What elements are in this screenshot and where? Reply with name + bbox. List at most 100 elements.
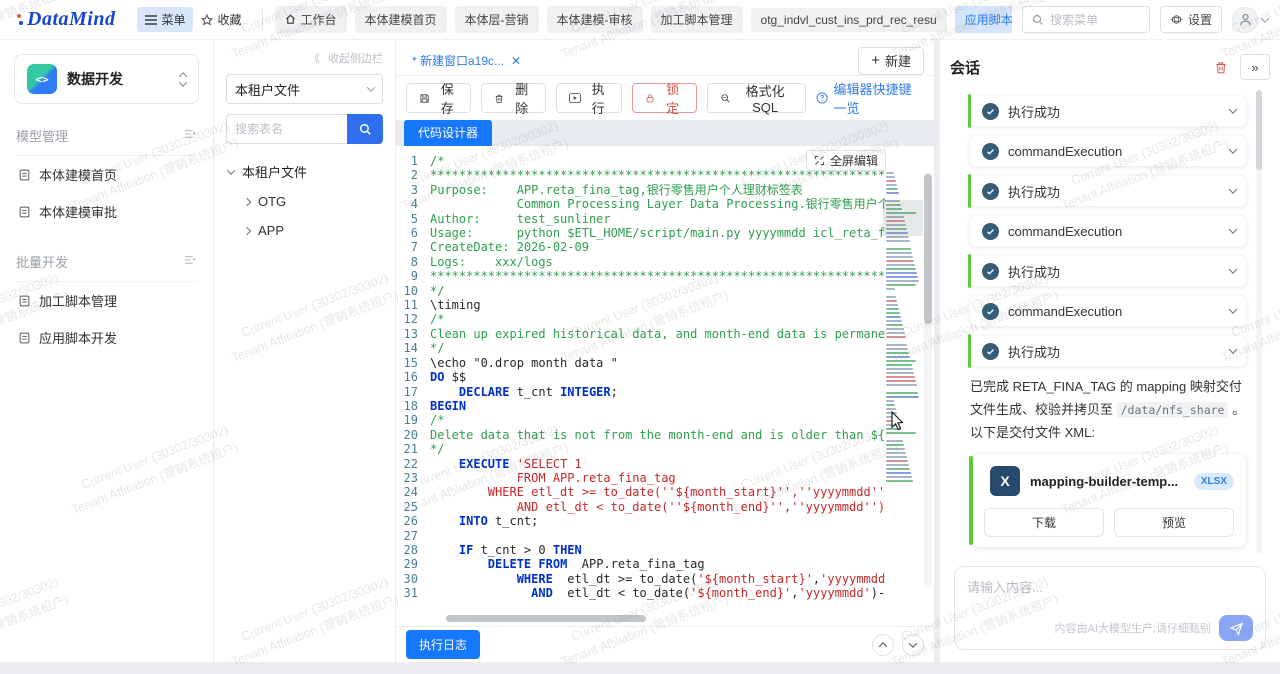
fullscreen-edit-button[interactable]: 全屏编辑: [806, 150, 886, 171]
session-step-card[interactable]: commandExecution: [970, 296, 1246, 326]
sidebar-item[interactable]: 加工脚本管理: [14, 282, 199, 319]
tab-execution-log[interactable]: 执行日志: [406, 630, 480, 659]
line-number: 18: [396, 399, 430, 413]
settings-button[interactable]: 设置: [1160, 6, 1222, 33]
nav-tab[interactable]: 加工脚本管理: [651, 6, 743, 33]
panel-up-button[interactable]: [872, 634, 894, 656]
delete-button[interactable]: 删除: [481, 83, 546, 113]
code-text: WHERE etl_dt >= to_date('${month_start}'…: [430, 572, 886, 586]
session-step-card[interactable]: 执行成功: [970, 256, 1246, 286]
menu-button[interactable]: 菜单: [137, 7, 193, 32]
minimap-line: [886, 376, 915, 378]
close-icon[interactable]: ✕: [511, 54, 521, 68]
session-panel: 会话 » 执行成功commandExecution执行成功commandExec…: [940, 40, 1280, 662]
session-step-card[interactable]: 执行成功: [970, 96, 1246, 126]
check-circle-icon: [982, 183, 999, 200]
save-label: 保存: [436, 79, 458, 117]
file-scope-select[interactable]: 本租户文件: [226, 74, 383, 104]
chat-input-box[interactable]: 请输入内容... 内容由AI大模型生产,请仔细甄别: [954, 566, 1266, 650]
horizontal-scrollbar-thumb[interactable]: [446, 615, 646, 622]
minimap-line: [886, 420, 899, 422]
session-scrollbar[interactable]: [1256, 90, 1262, 554]
tree-node[interactable]: OTG: [226, 187, 383, 216]
code-line: 30 WHERE etl_dt >= to_date('${month_star…: [396, 572, 886, 586]
minimap-line: [886, 300, 897, 302]
nav-tab-label: 应用脚本开发: [965, 11, 1012, 28]
session-step-card[interactable]: commandExecution: [970, 216, 1246, 246]
format-sql-button[interactable]: 格式化SQL: [707, 83, 807, 113]
table-search-button[interactable]: [347, 114, 383, 144]
session-step-card[interactable]: 执行成功: [970, 336, 1246, 366]
session-step-card[interactable]: commandExecution: [970, 136, 1246, 166]
app-switcher-label: 数据开发: [67, 69, 170, 89]
minimap-line: [886, 440, 903, 442]
minimap[interactable]: [886, 172, 920, 586]
code-text: WHERE etl_dt >= to_date(''${month_start}…: [430, 485, 886, 499]
app-logo: DataMind: [16, 8, 115, 31]
sidebar-item-label: 加工脚本管理: [39, 291, 117, 310]
nav-tab[interactable]: otg_indvl_cust_ins_prd_rec_resu: [751, 8, 947, 32]
line-number: 31: [396, 586, 430, 600]
file-tab-active[interactable]: * 新建窗口a19c... ✕: [406, 48, 527, 73]
clear-session-button[interactable]: [1214, 60, 1228, 75]
collapse-session-button[interactable]: »: [1240, 54, 1270, 80]
favorites-button[interactable]: 收藏: [193, 7, 249, 32]
collapse-sidebar-button[interactable]: 《 收起侧边栏: [226, 50, 383, 66]
success-accent: [968, 94, 971, 128]
favorites-label: 收藏: [217, 11, 241, 28]
code-line: 18BEGIN: [396, 399, 886, 413]
user-menu[interactable]: [1232, 7, 1268, 33]
minimap-line: [886, 320, 902, 322]
run-button[interactable]: 执行: [556, 83, 622, 113]
send-button[interactable]: [1219, 615, 1253, 641]
code-text: */: [430, 284, 444, 298]
line-number: 2: [396, 168, 430, 182]
nav-tab[interactable]: 工作台: [275, 6, 347, 33]
plus-icon: +: [871, 53, 880, 68]
section-collapse-button[interactable]: [184, 128, 197, 143]
session-scrollbar-thumb[interactable]: [1256, 90, 1262, 170]
download-button[interactable]: 下载: [984, 508, 1104, 537]
top-navbar: DataMind 菜单 收藏 工作台本体建模首页本体层-营销本体建模-审核加工脚…: [0, 0, 1280, 40]
code-lines[interactable]: 1/*2************************************…: [396, 154, 886, 612]
app-switcher[interactable]: <> 数据开发: [14, 54, 199, 104]
sidebar-item[interactable]: 本体建模首页: [14, 156, 199, 193]
line-number: 24: [396, 485, 430, 499]
vertical-scrollbar[interactable]: [924, 172, 932, 586]
section-collapse-button[interactable]: [184, 254, 197, 269]
nav-tab[interactable]: 本体层-营销: [455, 6, 539, 33]
code-editor[interactable]: 全屏编辑 1/*2*******************************…: [396, 146, 934, 626]
line-number: 3: [396, 183, 430, 197]
sidebar-item[interactable]: 应用脚本开发: [14, 319, 199, 356]
tab-code-designer[interactable]: 代码设计器: [404, 120, 492, 146]
sidebar-section-header: 模型管理: [16, 126, 197, 156]
lock-button[interactable]: 锁定: [632, 83, 697, 113]
vertical-scrollbar-thumb[interactable]: [924, 174, 932, 324]
minimap-line: [886, 368, 913, 370]
play-icon: [569, 92, 581, 104]
minimap-line: [886, 280, 919, 282]
nav-tab[interactable]: 应用脚本开发✕: [955, 6, 1012, 33]
nav-tab[interactable]: 本体建模-审核: [547, 6, 643, 33]
new-window-label: 新建: [885, 51, 911, 70]
panel-down-button[interactable]: [902, 634, 924, 656]
code-text: Delete data that is not from the month-e…: [430, 428, 886, 442]
tree-node-label: OTG: [258, 194, 286, 209]
sidebar-item[interactable]: 本体建模审批: [14, 193, 199, 230]
session-body: 执行成功 commandExecution 执行成功 commandExecution…: [948, 90, 1272, 554]
session-step-card[interactable]: 执行成功: [970, 176, 1246, 206]
save-button[interactable]: 保存: [406, 83, 471, 113]
new-window-button[interactable]: + 新建: [858, 47, 924, 75]
code-line: 8Logs: xxx/logs: [396, 255, 886, 269]
table-search-input[interactable]: [226, 114, 347, 144]
nav-tab[interactable]: 本体建模首页: [355, 6, 447, 33]
preview-button[interactable]: 预览: [1114, 508, 1234, 537]
tree-root-node[interactable]: 本租户文件: [226, 156, 383, 187]
minimap-line: [886, 392, 918, 394]
file-name: mapping-builder-temp...: [1030, 474, 1184, 489]
menu-search-input[interactable]: 搜索菜单: [1022, 6, 1150, 33]
chevron-down-icon: [1261, 14, 1269, 22]
minimap-line: [886, 352, 909, 354]
tree-node[interactable]: APP: [226, 216, 383, 245]
shortcut-help-link[interactable]: 编辑器快捷键一览: [816, 79, 924, 117]
